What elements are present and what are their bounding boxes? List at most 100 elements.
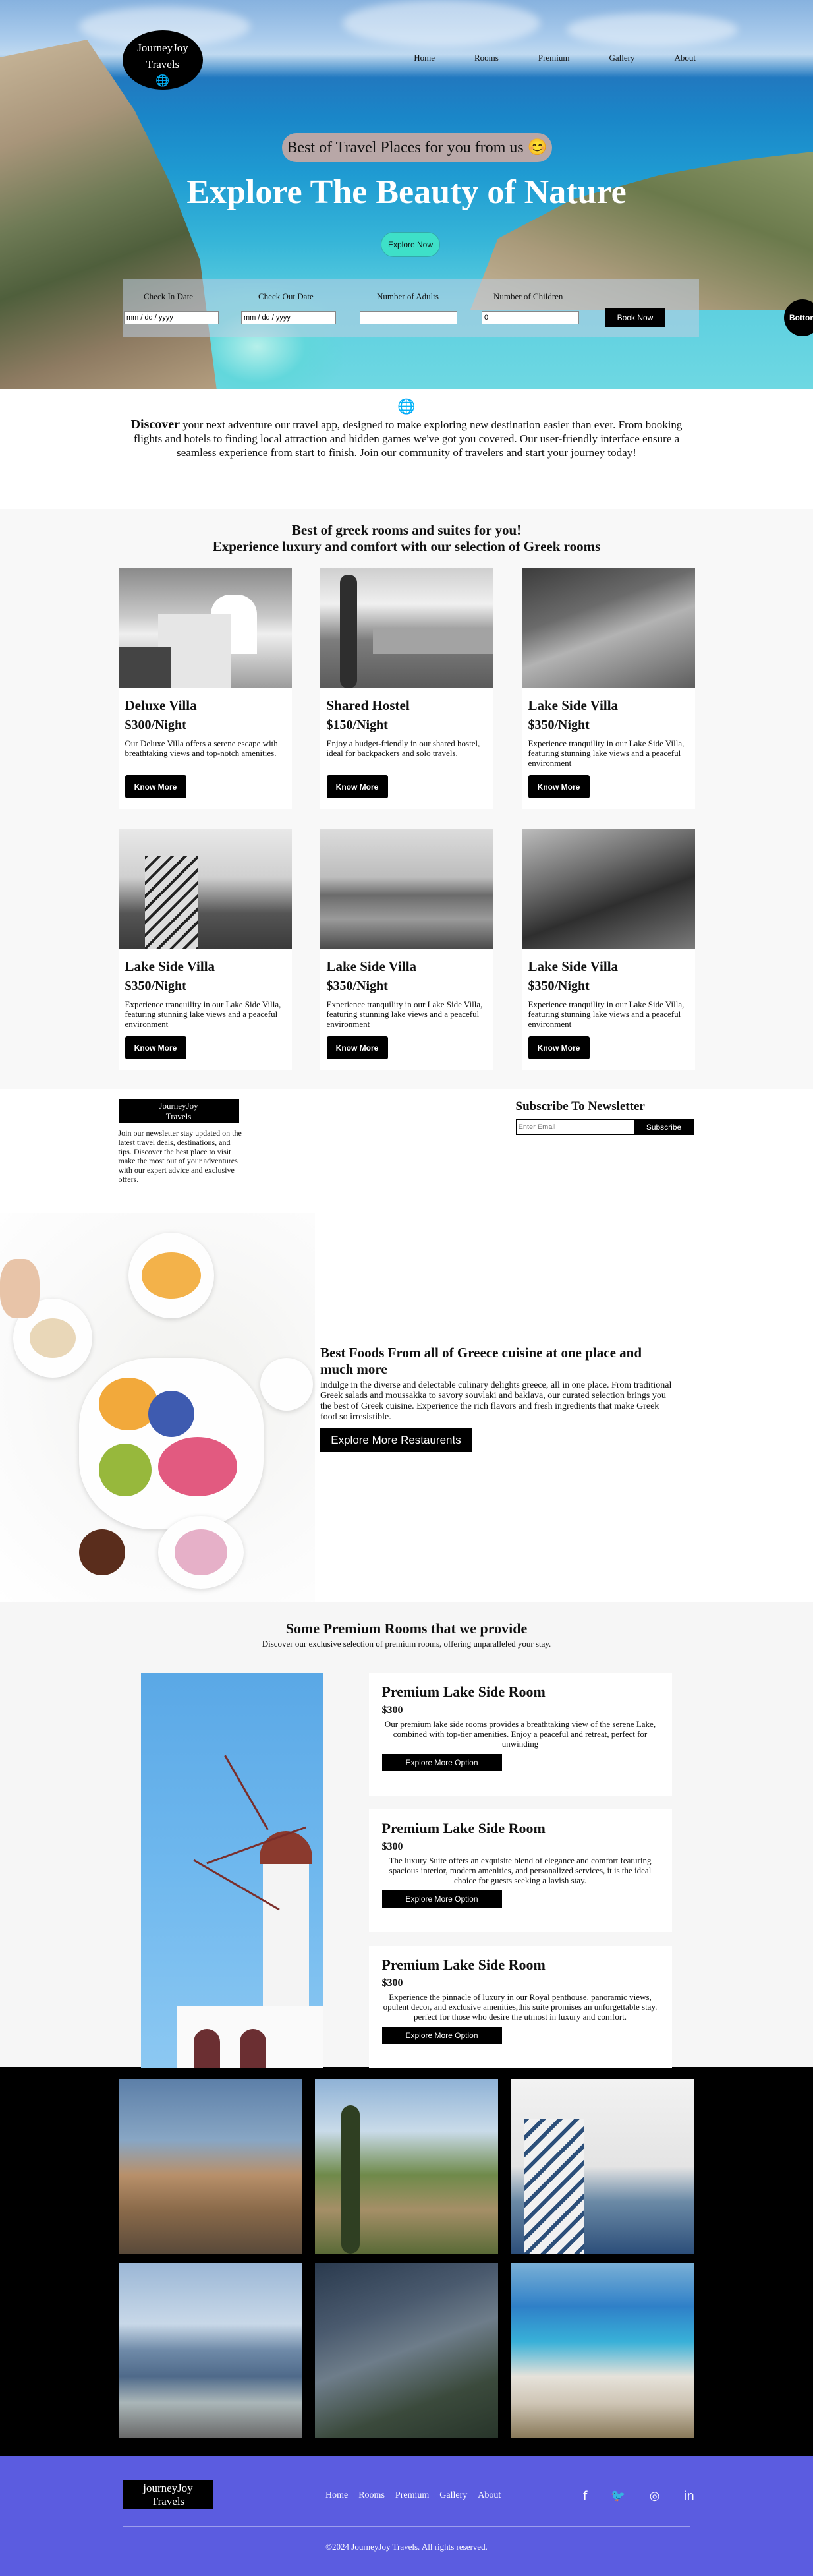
know-more-button[interactable]: Know More	[326, 1036, 388, 1059]
hero-title: Explore The Beauty of Nature	[186, 173, 627, 211]
food-item	[175, 1529, 227, 1575]
newsletter-logo-line2: Travels	[165, 1111, 192, 1121]
gallery-section	[0, 2067, 813, 2456]
rooms-section: Best of greek rooms and suites for you! …	[0, 509, 813, 1089]
windmill-roof	[259, 1831, 312, 1864]
food-item	[142, 1252, 201, 1299]
explore-option-button[interactable]: Explore More Option	[381, 1754, 502, 1771]
gallery-image[interactable]	[511, 2263, 694, 2438]
food-item	[99, 1378, 158, 1430]
room-price: $150/Night	[326, 718, 388, 732]
linkedin-icon[interactable]: in	[683, 2489, 694, 2503]
gallery-image[interactable]	[314, 2079, 498, 2254]
food-item	[158, 1437, 237, 1496]
know-more-button[interactable]: Know More	[528, 1036, 590, 1059]
premium-room-price: $300	[381, 1841, 403, 1852]
room-price: $350/Night	[528, 979, 590, 993]
footer-nav-home[interactable]: Home	[325, 2490, 348, 2501]
room-price: $350/Night	[125, 979, 186, 993]
book-now-button[interactable]: Book Now	[605, 308, 665, 327]
gallery-image[interactable]	[118, 2079, 302, 2254]
premium-room-name: Premium Lake Side Room	[381, 1683, 546, 1700]
gallery-image[interactable]	[118, 2263, 302, 2438]
food-text: Best Foods From all of Greece cuisine at…	[320, 1345, 676, 1452]
nav-home[interactable]: Home	[414, 53, 435, 63]
food-item	[79, 1529, 125, 1575]
know-more-button[interactable]: Know More	[125, 1036, 186, 1059]
explore-restaurants-button[interactable]: Explore More Restaurents	[320, 1428, 472, 1452]
newsletter-section: JourneyJoy Travels Join our newsletter s…	[0, 1089, 813, 1213]
check-out-input[interactable]	[241, 311, 336, 324]
check-in-input[interactable]	[124, 311, 219, 324]
instagram-icon[interactable]: ◎	[650, 2489, 660, 2503]
premium-room-desc: Experience the pinnacle of luxury in our…	[383, 1992, 658, 2022]
windmill-sail	[223, 1755, 269, 1830]
nav-gallery[interactable]: Gallery	[609, 53, 635, 63]
children-input[interactable]	[482, 311, 579, 324]
premium-room-price: $300	[381, 1705, 403, 1716]
room-card: Lake Side Villa $350/Night Experience tr…	[320, 829, 493, 1070]
footer-nav-premium[interactable]: Premium	[395, 2490, 429, 2501]
nav-rooms[interactable]: Rooms	[474, 53, 499, 63]
nav-about[interactable]: About	[675, 53, 696, 63]
globe-icon: 🌐	[155, 74, 170, 87]
footer-logo[interactable]: journeyJoy Travels	[123, 2480, 213, 2509]
rooms-title: Best of greek rooms and suites for you!	[291, 522, 522, 538]
gallery-grid	[118, 2079, 695, 2438]
room-price: $350/Night	[528, 718, 590, 732]
subscribe-button[interactable]: Subscribe	[634, 1119, 694, 1135]
premium-card: Premium Lake Side Room $300 The luxury S…	[368, 1809, 672, 1932]
food-item	[30, 1318, 76, 1358]
facebook-icon[interactable]: f	[583, 2489, 587, 2503]
booking-form: Check In Date Check Out Date Number of A…	[123, 279, 699, 337]
brand-logo[interactable]: JourneyJoy Travels 🌐	[123, 30, 203, 90]
intro-section: 🌐 Discover your next adventure our trave…	[0, 389, 813, 509]
footer-nav: Home Rooms Premium Gallery About	[325, 2490, 501, 2501]
premium-room-desc: Our premium lake side rooms provides a b…	[384, 1719, 656, 1749]
room-image	[521, 568, 695, 688]
room-card: Lake Side Villa $350/Night Experience tr…	[118, 829, 292, 1070]
subscribe-box: Subscribe To Newsletter Subscribe	[515, 1099, 695, 1135]
windmill-image	[140, 1673, 323, 2068]
nav-premium[interactable]: Premium	[538, 53, 570, 63]
scroll-bottom-button[interactable]: Bottom	[784, 299, 813, 336]
adults-input[interactable]	[360, 311, 457, 324]
gallery-image[interactable]	[511, 2079, 694, 2254]
footer-logo-line2: Travels	[151, 2495, 185, 2507]
room-desc: Enjoy a budget-friendly in our shared ho…	[326, 738, 480, 758]
premium-card: Premium Lake Side Room $300 Experience t…	[368, 1946, 672, 2068]
room-desc: Experience tranquility in our Lake Side …	[528, 738, 685, 768]
room-card: Lake Side Villa $350/Night Experience tr…	[521, 829, 695, 1070]
room-desc: Our Deluxe Villa offers a serene escape …	[125, 738, 278, 758]
know-more-button[interactable]: Know More	[326, 775, 388, 798]
explore-option-button[interactable]: Explore More Option	[381, 1890, 502, 1908]
room-image	[118, 829, 292, 949]
footer-nav-about[interactable]: About	[478, 2490, 501, 2501]
hero-tagline: Best of Travel Places for you from us 😊	[282, 133, 552, 162]
hero-section: JourneyJoy Travels 🌐 Home Rooms Premium …	[0, 0, 813, 389]
email-input[interactable]	[515, 1119, 634, 1135]
gallery-image[interactable]	[314, 2263, 498, 2438]
know-more-button[interactable]: Know More	[125, 775, 186, 798]
food-title: Best Foods From all of Greece cuisine at…	[320, 1345, 642, 1377]
main-nav: Home Rooms Premium Gallery About	[374, 53, 696, 63]
rooms-grid: Deluxe Villa $300/Night Our Deluxe Villa…	[118, 568, 695, 1070]
know-more-button[interactable]: Know More	[528, 775, 590, 798]
footer-nav-rooms[interactable]: Rooms	[358, 2490, 385, 2501]
children-label: Number of Children	[493, 291, 563, 301]
footer-nav-gallery[interactable]: Gallery	[439, 2490, 467, 2501]
hand	[0, 1259, 40, 1318]
check-in-label: Check In Date	[144, 291, 194, 301]
copyright: ©2024 JourneyJoy Travels. All rights res…	[325, 2542, 488, 2552]
brand-line2: Travels	[146, 58, 180, 71]
room-name: Lake Side Villa	[528, 697, 619, 713]
newsletter-logo-line1: JourneyJoy	[159, 1101, 198, 1111]
room-card: Shared Hostel $150/Night Enjoy a budget-…	[320, 568, 493, 809]
explore-now-button[interactable]: Explore Now	[381, 232, 440, 257]
intro-lead: Discover	[130, 417, 180, 432]
cloud	[343, 0, 540, 46]
newsletter-logo: JourneyJoy Travels	[118, 1099, 239, 1123]
explore-option-button[interactable]: Explore More Option	[381, 2027, 502, 2044]
premium-room-name: Premium Lake Side Room	[381, 1820, 546, 1836]
twitter-icon[interactable]: 🐦	[611, 2489, 625, 2503]
